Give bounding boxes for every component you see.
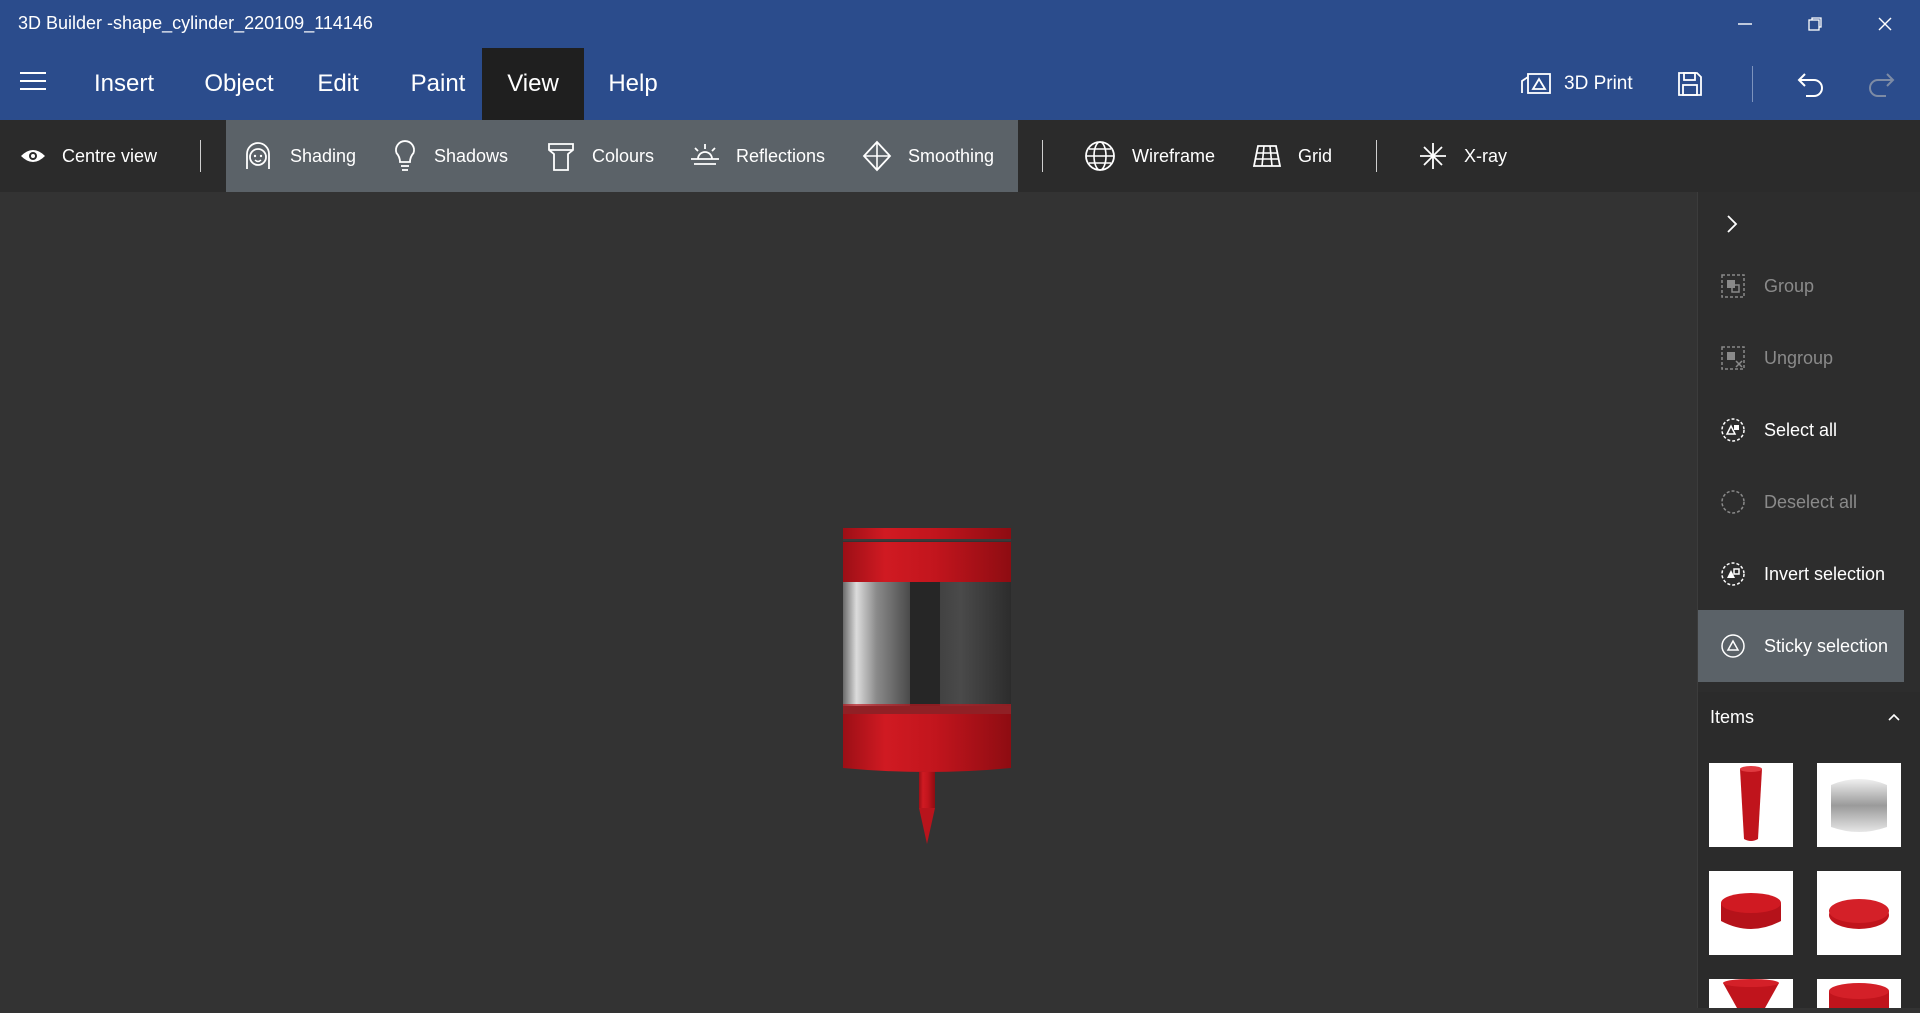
sunrise-icon bbox=[691, 144, 719, 165]
model-spike-tip bbox=[919, 808, 935, 844]
centre-view-label: Centre view bbox=[62, 145, 158, 166]
colours-label: Colours bbox=[592, 145, 655, 166]
group-label: Group bbox=[1764, 275, 1815, 296]
invert-selection-button[interactable]: Invert selection bbox=[1698, 538, 1904, 610]
selection-actions: Group Ungroup Select all Deselect all In… bbox=[1698, 192, 1920, 692]
grid-button[interactable]: Grid bbox=[1252, 120, 1332, 192]
restore-icon bbox=[1808, 17, 1822, 31]
wireframe-label: Wireframe bbox=[1132, 145, 1216, 166]
deselect-all-label: Deselect all bbox=[1764, 491, 1858, 512]
item-thumbnail-red-disc[interactable] bbox=[1709, 871, 1793, 955]
group-button[interactable]: Group bbox=[1698, 250, 1904, 322]
menu-insert[interactable]: Insert bbox=[74, 48, 174, 120]
xray-button[interactable]: X-ray bbox=[1418, 120, 1507, 192]
minimize-button[interactable] bbox=[1710, 0, 1780, 48]
deselect-all-icon bbox=[1721, 490, 1745, 514]
group-icon bbox=[1721, 274, 1745, 298]
close-button[interactable] bbox=[1850, 0, 1920, 48]
items-header-label: Items bbox=[1710, 706, 1755, 727]
invert-selection-label: Invert selection bbox=[1764, 563, 1886, 584]
items-header[interactable]: Items bbox=[1698, 692, 1920, 742]
toolbar-separator bbox=[200, 140, 201, 172]
chevron-right-icon[interactable] bbox=[1726, 214, 1738, 234]
reflections-button[interactable]: Reflections bbox=[690, 120, 825, 192]
ungroup-button[interactable]: Ungroup bbox=[1698, 322, 1904, 394]
save-button[interactable] bbox=[1676, 48, 1704, 120]
selection-pane: Group Ungroup Select all Deselect all In… bbox=[1697, 192, 1920, 1008]
select-all-icon bbox=[1721, 418, 1745, 442]
3d-viewport[interactable] bbox=[0, 192, 1697, 1008]
wireframe-button[interactable]: Wireframe bbox=[1084, 120, 1215, 192]
smoothing-button[interactable]: Smoothing bbox=[862, 120, 994, 192]
3d-print-label: 3D Print bbox=[1564, 73, 1633, 94]
xray-label: X-ray bbox=[1464, 145, 1508, 166]
redo-button[interactable] bbox=[1866, 48, 1896, 120]
smoothing-label: Smoothing bbox=[908, 145, 995, 166]
menu-help[interactable]: Help bbox=[594, 48, 672, 120]
sticky-selection-label: Sticky selection bbox=[1764, 635, 1889, 656]
minimize-icon bbox=[1738, 23, 1752, 25]
menu-paint[interactable]: Paint bbox=[388, 48, 488, 120]
select-all-button[interactable]: Select all bbox=[1698, 394, 1904, 466]
window-title: 3D Builder -shape_cylinder_220109_114146 bbox=[18, 13, 373, 33]
colours-button[interactable]: Colours bbox=[546, 120, 654, 192]
view-toolbar: Centre view Shading Shadows Colours Refl… bbox=[0, 120, 1920, 192]
centre-view-button[interactable]: Centre view bbox=[20, 120, 157, 192]
shading-label: Shading bbox=[290, 145, 357, 166]
eye-icon bbox=[21, 150, 45, 162]
globe-icon bbox=[1085, 141, 1115, 171]
3d-print-icon bbox=[1521, 73, 1551, 94]
reflections-label: Reflections bbox=[736, 145, 826, 166]
face-icon bbox=[246, 142, 270, 169]
model-inner-core bbox=[910, 582, 940, 706]
model-top-rim bbox=[843, 528, 1011, 539]
save-icon bbox=[1678, 72, 1702, 96]
restore-button[interactable] bbox=[1780, 0, 1850, 48]
3d-print-button[interactable]: 3D Print bbox=[1520, 48, 1633, 120]
lightbulb-icon bbox=[395, 140, 415, 171]
chevron-up-icon[interactable] bbox=[1887, 712, 1901, 722]
menu-separator bbox=[1752, 66, 1753, 102]
shadows-label: Shadows bbox=[434, 145, 509, 166]
ungroup-icon bbox=[1721, 346, 1745, 370]
shadows-button[interactable]: Shadows bbox=[392, 120, 508, 192]
menu-view[interactable]: View bbox=[482, 48, 584, 120]
close-icon bbox=[1878, 17, 1892, 31]
grid-label: Grid bbox=[1298, 145, 1333, 166]
hamburger-icon[interactable] bbox=[20, 72, 46, 96]
title-bar: 3D Builder -shape_cylinder_220109_114146 bbox=[0, 0, 1920, 48]
undo-icon bbox=[1797, 73, 1823, 97]
menu-bar: Insert Object Edit Paint View Help 3D Pr… bbox=[0, 48, 1920, 120]
menu-edit[interactable]: Edit bbox=[298, 48, 378, 120]
deselect-all-button[interactable]: Deselect all bbox=[1698, 466, 1904, 538]
item-thumbnail-red-cup[interactable] bbox=[1817, 979, 1901, 1008]
diamond-icon bbox=[862, 140, 892, 172]
ungroup-label: Ungroup bbox=[1764, 347, 1834, 368]
sticky-selection-button[interactable]: Sticky selection bbox=[1698, 610, 1904, 682]
xray-icon bbox=[1420, 143, 1446, 169]
toolbar-separator bbox=[1376, 140, 1377, 172]
sticky-selection-icon bbox=[1721, 634, 1745, 658]
model-top-cap bbox=[843, 542, 1011, 582]
undo-button[interactable] bbox=[1796, 48, 1826, 120]
item-thumbnail-red-cone[interactable] bbox=[1709, 979, 1793, 1008]
select-all-label: Select all bbox=[1764, 419, 1838, 440]
invert-selection-icon bbox=[1721, 562, 1745, 586]
toolbar-separator bbox=[1042, 140, 1043, 172]
grid-icon bbox=[1252, 145, 1282, 167]
item-thumbnail-glass-cylinder[interactable] bbox=[1817, 763, 1901, 847]
paint-bucket-icon bbox=[548, 143, 574, 171]
model-spike-shaft bbox=[919, 772, 935, 808]
item-thumbnail-red-cylinder[interactable] bbox=[1709, 763, 1793, 847]
redo-icon bbox=[1869, 73, 1895, 97]
3d-model[interactable] bbox=[0, 192, 1697, 1008]
item-thumbnail-red-flat-disc[interactable] bbox=[1817, 871, 1901, 955]
menu-object[interactable]: Object bbox=[184, 48, 294, 120]
shading-button[interactable]: Shading bbox=[242, 120, 356, 192]
model-bottom-cap bbox=[843, 714, 1011, 772]
